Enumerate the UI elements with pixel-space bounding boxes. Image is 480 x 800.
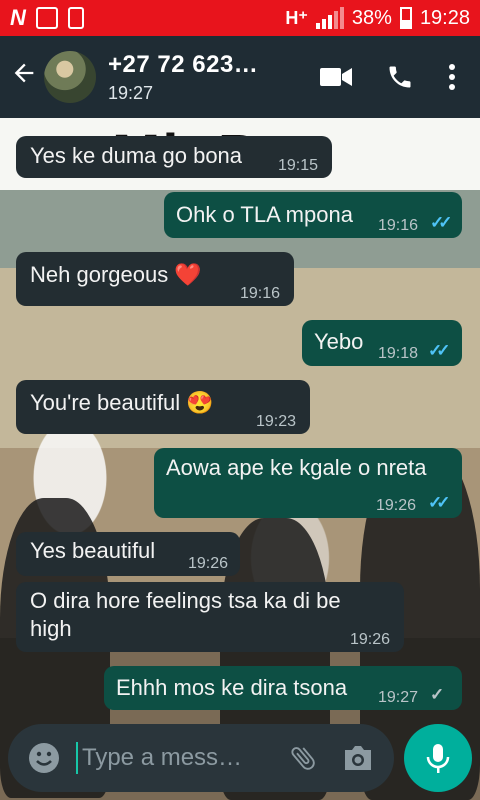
message-text: Ehhh mos ke dira tsona bbox=[116, 675, 348, 700]
gallery-notification-icon bbox=[35, 7, 58, 29]
battery-percent: 38% bbox=[351, 6, 392, 29]
contact-name: +27 72 623… bbox=[108, 50, 259, 78]
message-bubble-outgoing[interactable]: Aowa ape ke kgale o nreta 19:26 ✓✓ bbox=[154, 448, 462, 518]
message-input[interactable]: Type a mess… bbox=[82, 744, 242, 772]
message-time: 19:26 bbox=[188, 555, 229, 572]
message-composer: Type a mess… bbox=[8, 724, 394, 792]
message-bubble-outgoing[interactable]: Yebo 19:18 ✓✓ bbox=[302, 320, 462, 366]
back-button[interactable] bbox=[10, 59, 42, 95]
message-time: 19:16 bbox=[240, 285, 281, 302]
message-text: Yes ke duma go bona bbox=[30, 143, 243, 168]
read-receipt-icon: ✓✓ bbox=[430, 213, 452, 232]
sent-tick-icon: ✓ bbox=[430, 685, 444, 704]
message-bubble-outgoing[interactable]: Ohk o TLA mpona 19:16 ✓✓ bbox=[164, 192, 462, 238]
read-receipt-icon: ✓✓ bbox=[428, 493, 450, 512]
paperclip-icon[interactable] bbox=[288, 743, 318, 773]
message-bubble-outgoing[interactable]: Ehhh mos ke dira tsona 19:27 ✓ bbox=[104, 666, 462, 710]
network-type: H⁺ bbox=[285, 7, 308, 28]
contact-avatar[interactable] bbox=[44, 51, 96, 103]
message-text: Neh gorgeous ❤️ bbox=[30, 262, 202, 287]
message-bubble-incoming[interactable]: Yes ke duma go bona 19:15 bbox=[16, 136, 332, 178]
contact-info[interactable]: +27 72 623… 19:27 bbox=[108, 51, 258, 104]
message-time: 19:26 bbox=[350, 631, 391, 648]
more-vertical-icon[interactable] bbox=[448, 63, 456, 91]
message-time: 19:26 bbox=[376, 497, 417, 514]
emoji-icon[interactable] bbox=[28, 742, 60, 774]
notification-n-icon: N bbox=[10, 5, 26, 30]
mic-button[interactable] bbox=[404, 724, 472, 792]
camera-icon[interactable] bbox=[342, 744, 374, 772]
message-text: You're beautiful 😍 bbox=[30, 390, 214, 415]
message-text: Aowa ape ke kgale o nreta bbox=[166, 455, 427, 480]
message-time: 19:16 bbox=[378, 217, 419, 234]
text-cursor bbox=[76, 742, 78, 774]
chat-header: +27 72 623… 19:27 bbox=[0, 36, 480, 118]
message-time: 19:27 bbox=[378, 689, 419, 706]
status-bar: N H⁺ 38% 19:28 bbox=[0, 0, 480, 36]
signal-icon bbox=[315, 7, 344, 29]
battery-icon bbox=[399, 7, 412, 29]
last-seen: 19:27 bbox=[108, 82, 154, 103]
message-bubble-incoming[interactable]: You're beautiful 😍 19:23 bbox=[16, 380, 310, 434]
microphone-icon bbox=[426, 744, 450, 773]
chat-area[interactable]: Mb Pru Yes ke duma go bona 19:15 Ohk o T… bbox=[0, 118, 480, 800]
message-bubble-incoming[interactable]: O dira hore feelings tsa ka di be high 1… bbox=[16, 582, 404, 652]
message-text: Yes beautiful bbox=[30, 538, 156, 563]
read-receipt-icon: ✓✓ bbox=[428, 341, 450, 360]
phone-icon[interactable] bbox=[386, 63, 414, 91]
message-text: Yebo bbox=[314, 329, 364, 354]
status-clock: 19:28 bbox=[419, 6, 470, 29]
video-camera-icon[interactable] bbox=[320, 66, 352, 88]
alert-notification-icon bbox=[67, 7, 84, 29]
message-text: Ohk o TLA mpona bbox=[176, 202, 353, 227]
message-time: 19:18 bbox=[378, 345, 419, 362]
message-time: 19:15 bbox=[278, 157, 319, 174]
arrow-left-icon bbox=[14, 63, 34, 83]
message-bubble-incoming[interactable]: Yes beautiful 19:26 bbox=[16, 532, 240, 576]
message-text: O dira hore feelings tsa ka di be high bbox=[30, 588, 341, 641]
message-time: 19:23 bbox=[256, 413, 297, 430]
message-bubble-incoming[interactable]: Neh gorgeous ❤️ 19:16 bbox=[16, 252, 294, 306]
